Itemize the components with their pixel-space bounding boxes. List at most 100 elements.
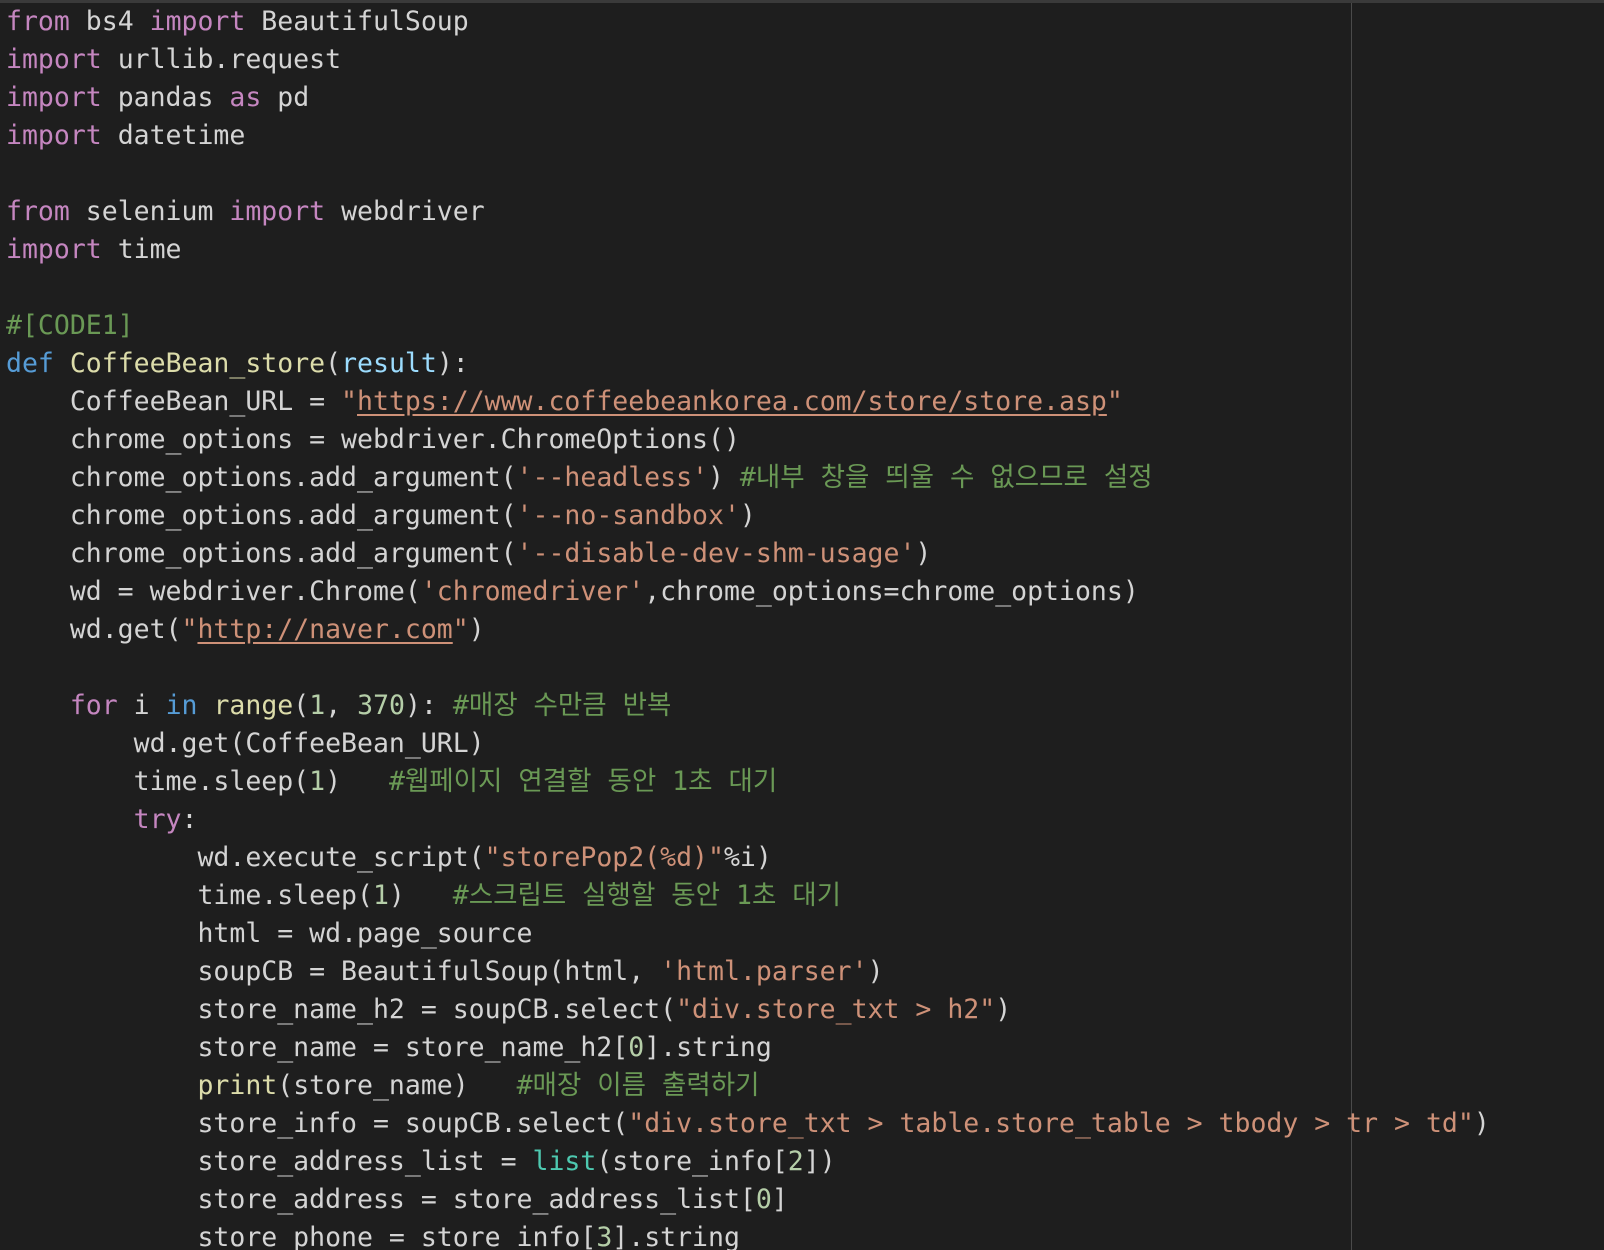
code-token-number: 0 [755,1184,772,1215]
code-line[interactable]: chrome_options.add_argument('--disable-d… [6,535,1490,573]
code-token-plain: wd.execute_script( [6,842,485,873]
code-line[interactable]: store_name_h2 = soupCB.select("div.store… [6,991,1490,1029]
code-token-plain: ) [995,994,1012,1025]
code-line[interactable]: chrome_options.add_argument('--no-sandbo… [6,497,1490,535]
code-token-plain: ] [771,1184,788,1215]
code-token-builtin: range [213,690,294,721]
code-token-plain: chrome_options.add_argument( [6,500,517,531]
code-line[interactable]: wd.get(CoffeeBean_URL) [6,725,1490,763]
code-line[interactable]: html = wd.page_source [6,915,1490,953]
code-line[interactable]: time.sleep(1) #웹페이지 연결할 동안 1초 대기 [6,763,1490,801]
code-token-plain: (store_info[ [596,1146,788,1177]
code-token-number: 1 [372,880,389,911]
code-token-plain: pandas [101,82,230,113]
code-token-plain: ): [404,690,453,721]
code-token-comment: #매장 이름 출력하기 [516,1070,760,1101]
code-token-plain: store_address = store_address_list[ [6,1184,756,1215]
code-line[interactable]: wd.get("http://naver.com") [6,611,1490,649]
code-line[interactable]: wd.execute_script("storePop2(%d)"%i) [6,839,1490,877]
code-token-keyword: for [69,690,118,721]
code-token-plain: BeautifulSoup [245,6,469,37]
code-token-plain: urllib.request [101,44,342,75]
code-token-plain: ].string [612,1222,740,1250]
code-token-plain: selenium [69,196,230,227]
code-token-plain: store_name_h2 = soupCB.select( [6,994,677,1025]
code-line[interactable] [6,649,1490,687]
code-token-param: result [341,348,437,379]
code-token-keyword: import [6,44,102,75]
code-line[interactable]: import pandas as pd [6,79,1490,117]
code-token-keyword: as [229,82,262,113]
code-token-string: " [341,386,358,417]
code-line[interactable]: store_phone = store_info[3].string [6,1219,1490,1250]
code-line[interactable]: store_info = soupCB.select("div.store_tx… [6,1105,1490,1143]
code-line[interactable]: wd = webdriver.Chrome('chromedriver',chr… [6,573,1490,611]
code-token-plain: %i) [723,842,772,873]
code-token-string: " [452,614,469,645]
code-line[interactable]: store_address_list = list(store_info[2]) [6,1143,1490,1181]
code-area[interactable]: from bs4 import BeautifulSoup import urll… [6,3,1490,1250]
code-token-string: "div.store_txt > table.store_table > tbo… [628,1108,1474,1139]
code-token-string: "div.store_txt > h2" [676,994,996,1025]
code-editor[interactable]: from bs4 import BeautifulSoup import urll… [0,0,1604,1250]
code-line[interactable] [6,155,1490,193]
code-token-plain: datetime [101,120,246,151]
code-token-comment: #매장 수만큼 반복 [452,690,672,721]
code-line[interactable]: from bs4 import BeautifulSoup [6,3,1490,41]
code-token-plain: html = wd.page_source [6,918,533,949]
code-line[interactable] [6,269,1490,307]
code-token-string: '--disable-dev-shm-usage' [516,538,916,569]
code-token-keyword: import [229,196,326,227]
code-token-plain: store_name = store_name_h2[ [6,1032,629,1063]
code-line[interactable]: import urllib.request [6,41,1490,79]
code-line[interactable]: try: [6,801,1490,839]
code-line[interactable]: for i in range(1, 370): #매장 수만큼 반복 [6,687,1490,725]
code-token-def: def [6,348,54,379]
code-token-in: in [165,690,198,721]
code-token-plain: chrome_options.add_argument( [6,462,517,493]
code-token-string: 'html.parser' [660,956,868,987]
code-token-string: '--no-sandbox' [516,500,740,531]
code-token-keyword: from [6,196,70,227]
code-token-plain: ) [468,614,485,645]
code-token-plain: store_phone = store_info[ [6,1222,597,1250]
code-token-plain: i [117,690,166,721]
code-token-plain: ) [1473,1108,1490,1139]
code-line[interactable]: import time [6,231,1490,269]
code-token-plain: time.sleep( [6,880,373,911]
code-line[interactable]: #[CODE1] [6,307,1490,345]
code-token-string: '--headless' [516,462,708,493]
code-token-plain: webdriver [325,196,485,227]
code-token-number: 2 [787,1146,804,1177]
code-token-keyword: import [6,82,102,113]
code-token-plain: ) [388,880,453,911]
code-line[interactable]: store_address = store_address_list[0] [6,1181,1490,1219]
code-token-plain: ) [708,462,740,493]
code-line[interactable]: from selenium import webdriver [6,193,1490,231]
code-line[interactable]: chrome_options = webdriver.ChromeOptions… [6,421,1490,459]
code-token-keyword: from [6,6,70,37]
code-token-plain: time [101,234,182,265]
code-line[interactable]: chrome_options.add_argument('--headless'… [6,459,1490,497]
code-token-plain: (store_name) [277,1070,517,1101]
code-token-plain: soupCB = BeautifulSoup(html, [6,956,661,987]
code-token-plain: wd.get( [6,614,182,645]
code-line[interactable]: print(store_name) #매장 이름 출력하기 [6,1067,1490,1105]
code-token-plain: pd [261,82,310,113]
code-token-class: list [532,1146,597,1177]
code-line[interactable]: soupCB = BeautifulSoup(html, 'html.parse… [6,953,1490,991]
code-token-comment: #스크립트 실행할 동안 1초 대기 [452,880,842,911]
code-token-comment: #내부 창을 띄울 수 없으므로 설정 [739,462,1153,493]
code-line[interactable]: def CoffeeBean_store(result): [6,345,1490,383]
code-line[interactable]: import datetime [6,117,1490,155]
code-token-plain: CoffeeBean_URL = [6,386,342,417]
code-line[interactable]: store_name = store_name_h2[0].string [6,1029,1490,1067]
code-token-plain: wd = webdriver.Chrome( [6,576,421,607]
code-token-plain: ]) [803,1146,836,1177]
code-token-number: 0 [628,1032,645,1063]
code-line[interactable]: time.sleep(1) #스크립트 실행할 동안 1초 대기 [6,877,1490,915]
code-line[interactable]: CoffeeBean_URL = "https://www.coffeebean… [6,383,1490,421]
